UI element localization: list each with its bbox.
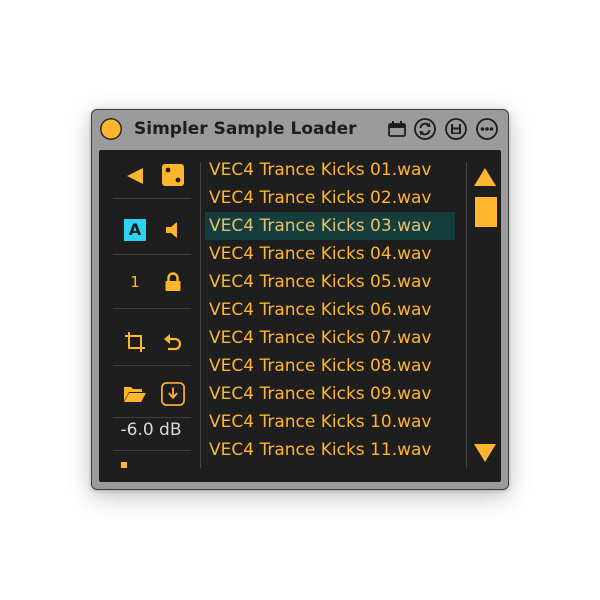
control-separator bbox=[113, 198, 191, 199]
volume-value[interactable]: -6.0 dB bbox=[105, 419, 197, 441]
save-icon[interactable] bbox=[445, 118, 467, 140]
sync-icon[interactable] bbox=[414, 118, 436, 140]
auto-toggle-button[interactable]: A bbox=[123, 218, 147, 242]
file-list-item[interactable]: VEC4 Trance Kicks 11.wav bbox=[205, 436, 455, 464]
dice-icon bbox=[162, 164, 184, 186]
lock-icon bbox=[165, 272, 181, 291]
device-panel: A 1 -6.0 dB VEC4 Trance Kicks 01.wav VEC… bbox=[99, 150, 501, 482]
previous-sample-button[interactable] bbox=[123, 164, 147, 188]
file-list-item[interactable]: VEC4 Trance Kicks 06.wav bbox=[205, 296, 455, 324]
import-button[interactable] bbox=[161, 382, 185, 406]
random-sample-button[interactable] bbox=[161, 163, 185, 187]
undo-button[interactable] bbox=[161, 330, 185, 354]
control-separator bbox=[113, 365, 191, 366]
preview-speaker-button[interactable] bbox=[161, 218, 185, 242]
control-separator bbox=[113, 417, 191, 418]
auto-toggle-label: A bbox=[124, 219, 146, 241]
calendar-icon[interactable] bbox=[386, 118, 408, 140]
device-power-button[interactable] bbox=[100, 118, 122, 140]
folder-icon bbox=[124, 387, 146, 402]
file-list-item[interactable]: VEC4 Trance Kicks 03.wav bbox=[205, 212, 455, 240]
crop-button[interactable] bbox=[123, 330, 147, 354]
more-icon[interactable] bbox=[476, 118, 498, 140]
sample-file-list: VEC4 Trance Kicks 01.wav VEC4 Trance Kick… bbox=[205, 156, 455, 480]
speaker-icon bbox=[166, 222, 177, 238]
scrollbar-thumb[interactable] bbox=[475, 197, 497, 227]
download-icon bbox=[161, 382, 185, 406]
file-list-item[interactable]: VEC4 Trance Kicks 05.wav bbox=[205, 268, 455, 296]
activity-indicator bbox=[121, 462, 127, 468]
crop-icon bbox=[125, 332, 145, 352]
undo-icon bbox=[164, 334, 182, 351]
file-list-item[interactable]: VEC4 Trance Kicks 10.wav bbox=[205, 408, 455, 436]
scroll-up-button[interactable] bbox=[473, 167, 497, 187]
key-number[interactable]: 1 bbox=[125, 272, 145, 292]
control-separator bbox=[113, 450, 191, 451]
column-divider bbox=[200, 162, 201, 468]
triangle-down-icon bbox=[474, 444, 496, 462]
file-list-item[interactable]: VEC4 Trance Kicks 09.wav bbox=[205, 380, 455, 408]
device-titlebar: Simpler Sample Loader bbox=[92, 110, 508, 148]
file-list-item[interactable]: VEC4 Trance Kicks 07.wav bbox=[205, 324, 455, 352]
simpler-sample-loader-device: Simpler Sample Loader A 1 -6.0 dB VEC4 T… bbox=[91, 109, 509, 490]
file-list-item[interactable]: VEC4 Trance Kicks 04.wav bbox=[205, 240, 455, 268]
open-folder-button[interactable] bbox=[123, 382, 147, 406]
file-list-item[interactable]: VEC4 Trance Kicks 01.wav bbox=[205, 156, 455, 184]
control-separator bbox=[113, 254, 191, 255]
file-list-item[interactable]: VEC4 Trance Kicks 08.wav bbox=[205, 352, 455, 380]
control-separator bbox=[113, 308, 191, 309]
device-title: Simpler Sample Loader bbox=[134, 119, 357, 139]
scroll-down-button[interactable] bbox=[473, 443, 497, 463]
file-list-item[interactable]: VEC4 Trance Kicks 02.wav bbox=[205, 184, 455, 212]
triangle-up-icon bbox=[474, 168, 496, 186]
control-column: A 1 -6.0 dB bbox=[105, 150, 197, 482]
list-divider bbox=[466, 162, 467, 468]
lock-button[interactable] bbox=[161, 270, 185, 294]
